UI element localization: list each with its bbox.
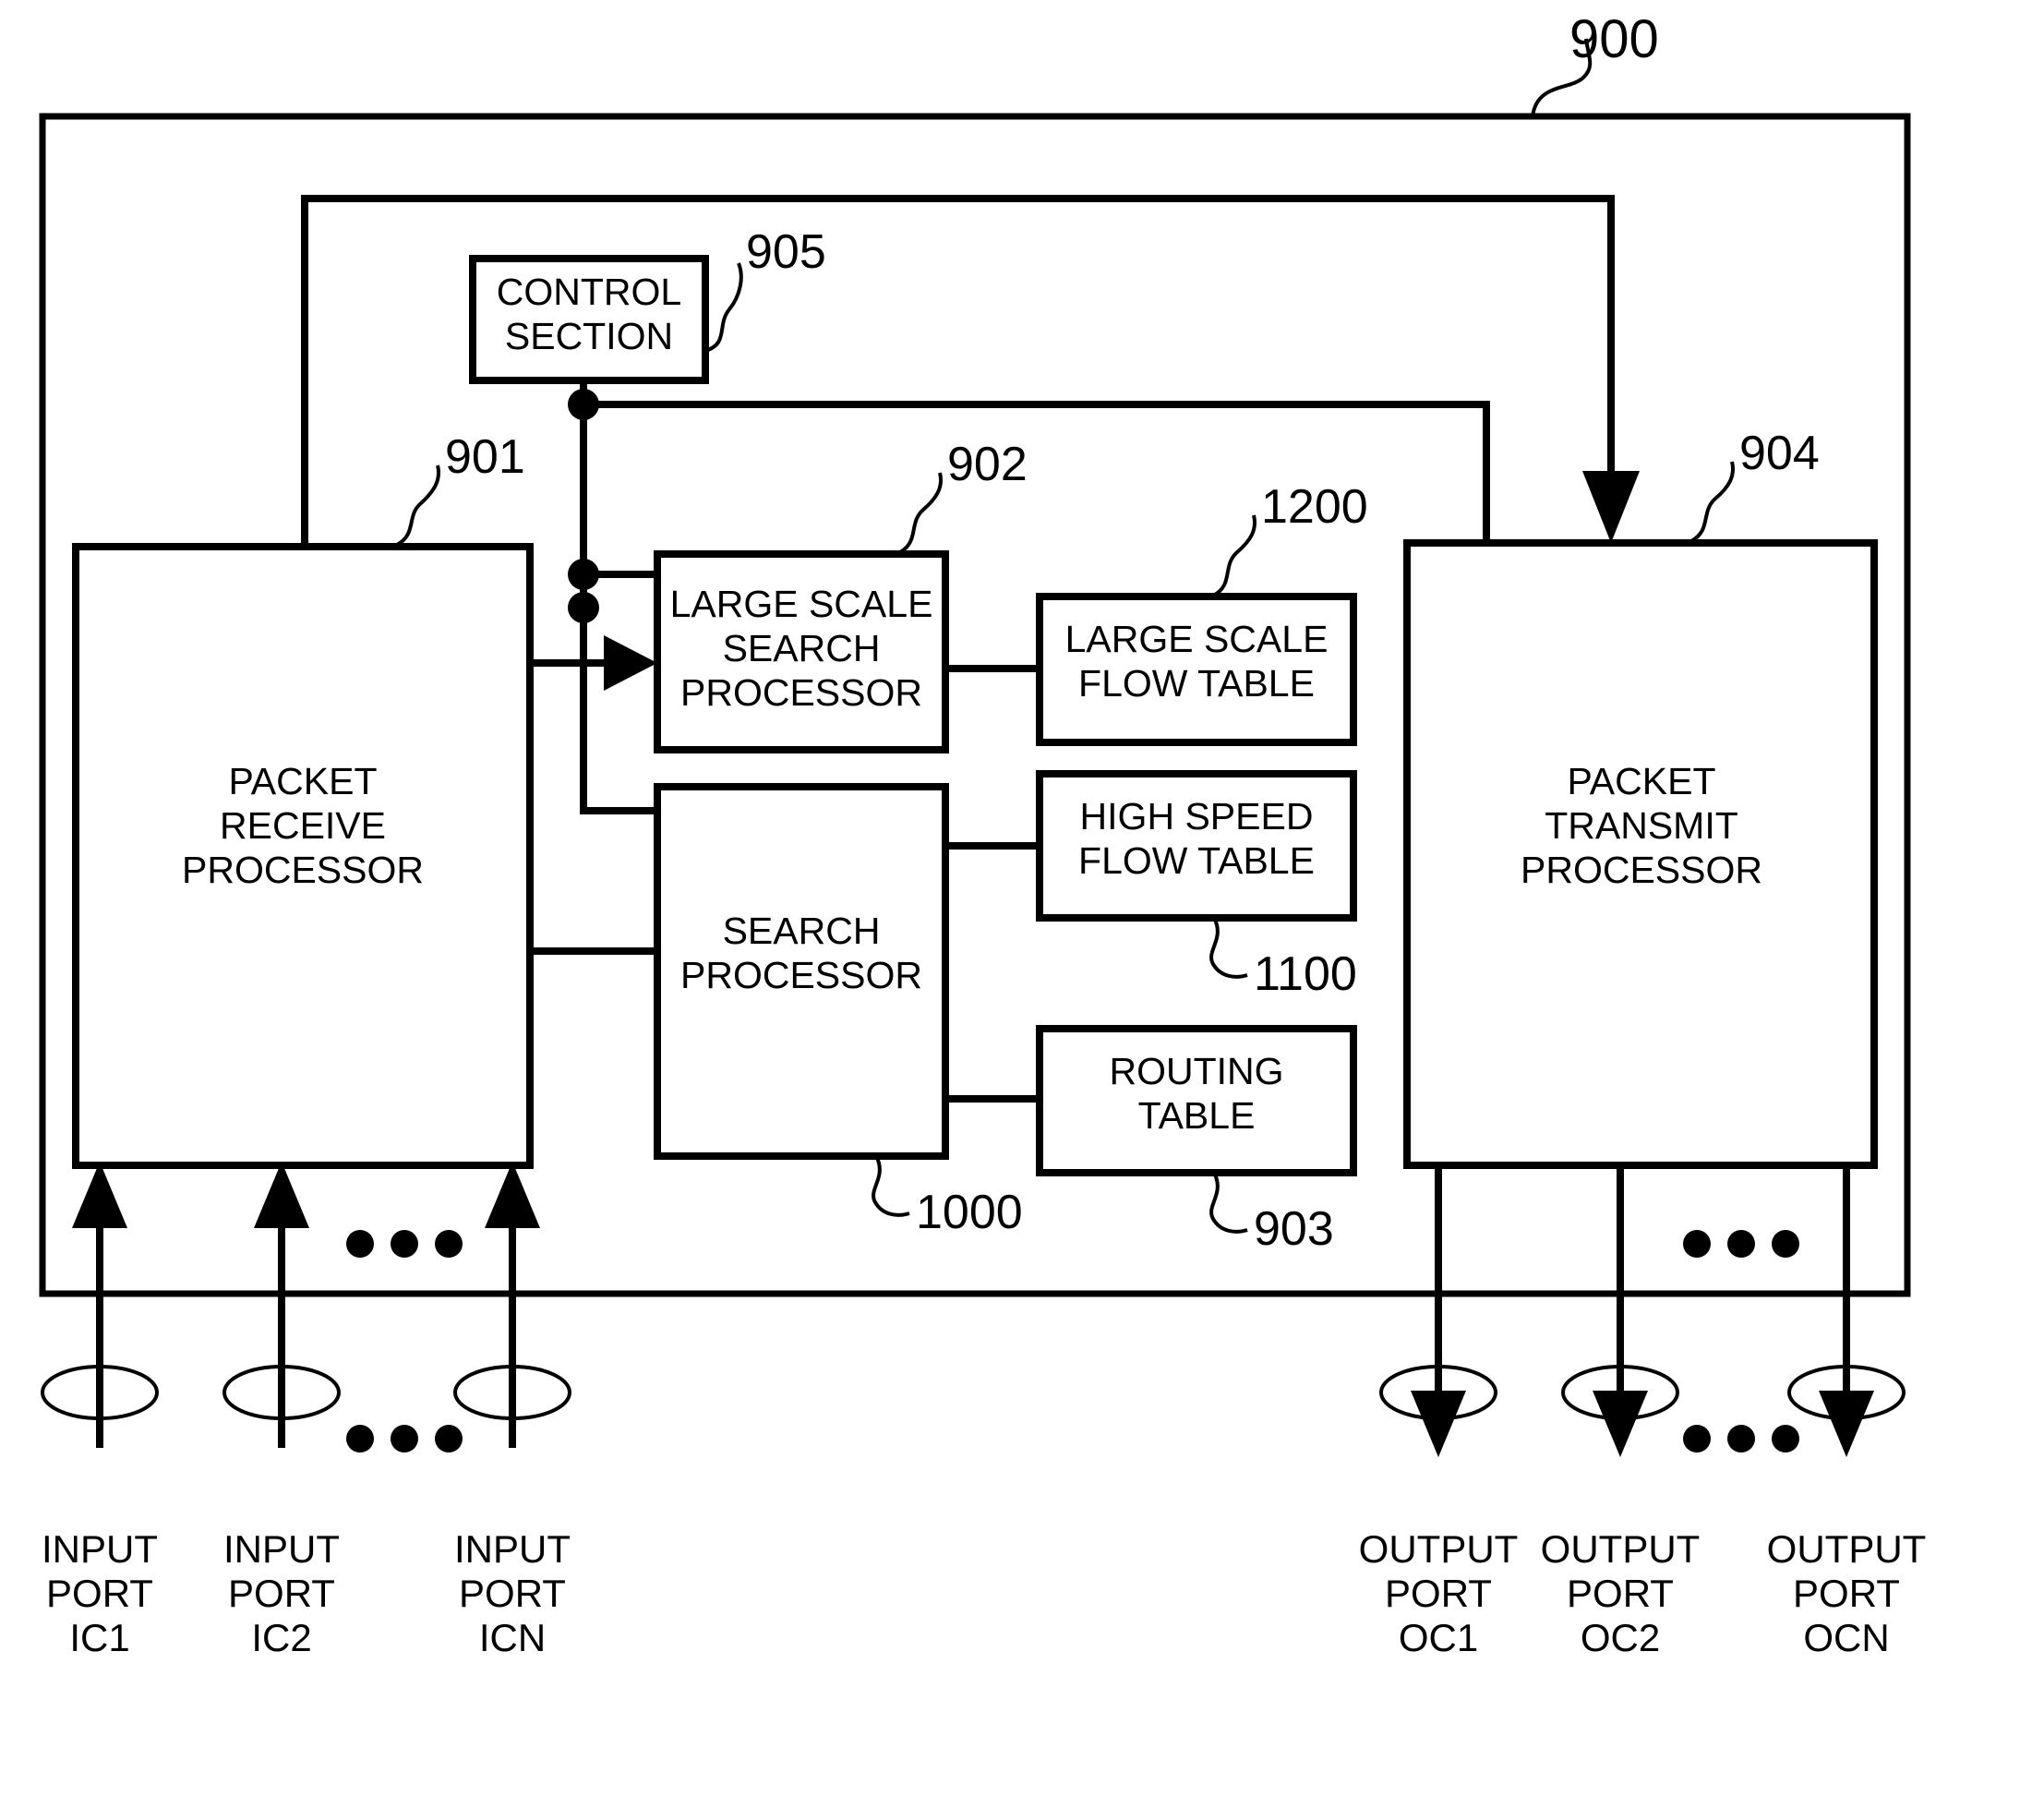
ellipsis-dot-output-outer-2 xyxy=(1727,1425,1755,1452)
ref-label-1000: 1000 xyxy=(916,1186,1023,1239)
output-port-labels: OUTPUT PORT OC1 OUTPUT PORT OC2 OUTPUT P… xyxy=(1359,1527,1927,1659)
figure-canvas: CONTROL SECTION 905 PACKET RECEIVE PROCE… xyxy=(0,0,2044,1796)
ref-label-900: 900 xyxy=(1569,9,1659,69)
packet-receive-processor-label-line2: RECEIVE xyxy=(220,804,386,847)
input-port-ic2-line2: PORT xyxy=(228,1572,335,1615)
ref-label-901: 901 xyxy=(445,430,525,484)
arrowhead-output-ocn xyxy=(1819,1391,1874,1457)
routing-table-label-line1: ROUTING xyxy=(1109,1050,1283,1092)
input-port-ic1-line1: INPUT xyxy=(42,1527,158,1571)
ref-leader-1000 xyxy=(872,1157,910,1217)
output-port-oc2-line2: PORT xyxy=(1567,1572,1674,1615)
ellipsis-dot-output-outer-3 xyxy=(1772,1425,1799,1452)
input-port-lines xyxy=(41,1162,571,1448)
input-port-ic1-line2: PORT xyxy=(46,1572,153,1615)
large-scale-search-processor-label-line1: LARGE SCALE xyxy=(670,583,933,625)
control-section-label-line1: CONTROL xyxy=(497,271,681,313)
ref-label-903: 903 xyxy=(1254,1202,1334,1256)
junction-dot-control-large-scale xyxy=(568,559,599,590)
input-port-labels: INPUT PORT IC1 INPUT PORT IC2 INPUT PORT… xyxy=(42,1527,571,1659)
control-section-label-line2: SECTION xyxy=(505,315,673,357)
ref-label-905: 905 xyxy=(746,225,826,279)
large-scale-flow-table-label-line1: LARGE SCALE xyxy=(1065,618,1329,660)
ellipsis-dot-input-outer-3 xyxy=(435,1425,463,1452)
output-port-ocn-line3: OCN xyxy=(1803,1616,1889,1659)
ellipsis-dot-output-inner-3 xyxy=(1772,1230,1799,1258)
high-speed-flow-table-label-line2: FLOW TABLE xyxy=(1078,839,1315,882)
output-port-oc1-line2: PORT xyxy=(1385,1572,1492,1615)
output-port-oc2-line3: OC2 xyxy=(1581,1616,1660,1659)
arrowhead-into-large-scale-search-processor xyxy=(604,635,657,691)
input-port-ic2-line1: INPUT xyxy=(223,1527,340,1571)
input-port-ic1-line3: IC1 xyxy=(69,1616,129,1659)
ref-leader-904 xyxy=(1689,461,1735,543)
packet-transmit-processor-label-line3: PROCESSOR xyxy=(1521,849,1762,891)
large-scale-search-processor-label-line2: SEARCH xyxy=(723,627,881,669)
ref-label-1100: 1100 xyxy=(1254,947,1357,1001)
ref-label-1200: 1200 xyxy=(1261,480,1368,534)
routing-table-label-line2: TABLE xyxy=(1138,1094,1256,1137)
arrowhead-output-oc2 xyxy=(1593,1391,1648,1457)
input-port-icn-line2: PORT xyxy=(459,1572,566,1615)
ellipsis-dot-input-outer-1 xyxy=(346,1425,374,1452)
input-port-ic2-line3: IC2 xyxy=(251,1616,311,1659)
output-port-lines xyxy=(1379,1165,1906,1457)
ref-label-902: 902 xyxy=(947,438,1028,491)
large-scale-search-processor-label-line3: PROCESSOR xyxy=(680,671,922,714)
ref-leader-1100 xyxy=(1209,919,1248,979)
arrowhead-into-transmit-processor xyxy=(1582,471,1640,543)
output-port-oc1-line1: OUTPUT xyxy=(1359,1527,1519,1571)
output-port-ocn-line1: OUTPUT xyxy=(1767,1527,1927,1571)
wire-control-to-search-processor xyxy=(580,608,657,814)
high-speed-flow-table-label-line1: HIGH SPEED xyxy=(1080,795,1314,838)
ellipsis-dot-output-inner-1 xyxy=(1683,1230,1711,1258)
arrowhead-input-ic1 xyxy=(72,1162,127,1228)
junction-dot-control-transmit xyxy=(568,389,599,420)
ellipsis-dot-output-inner-2 xyxy=(1727,1230,1755,1258)
ref-leader-902 xyxy=(898,472,943,554)
ref-leader-901 xyxy=(395,464,440,547)
packet-receive-processor-label-line1: PACKET xyxy=(229,760,378,802)
input-port-icn-line3: ICN xyxy=(479,1616,546,1659)
packet-transmit-processor-label-line1: PACKET xyxy=(1568,760,1716,802)
ellipsis-dot-output-outer-1 xyxy=(1683,1425,1711,1452)
ref-leader-905 xyxy=(704,262,743,353)
ellipsis-dot-input-outer-2 xyxy=(391,1425,418,1452)
arrowhead-output-oc1 xyxy=(1411,1391,1466,1457)
search-processor-label-line2: PROCESSOR xyxy=(680,954,922,996)
output-port-oc1-line3: OC1 xyxy=(1399,1616,1478,1659)
input-port-icn-line1: INPUT xyxy=(454,1527,571,1571)
output-port-oc2-line1: OUTPUT xyxy=(1541,1527,1701,1571)
ref-leader-1200 xyxy=(1213,514,1256,597)
packet-transmit-processor-label-line2: TRANSMIT xyxy=(1545,804,1738,847)
arrowhead-input-icn xyxy=(485,1162,540,1228)
ellipsis-dot-input-inner-1 xyxy=(346,1230,374,1258)
large-scale-flow-table-label-line2: FLOW TABLE xyxy=(1078,662,1315,705)
ref-label-904: 904 xyxy=(1739,427,1820,480)
arrowhead-input-ic2 xyxy=(254,1162,309,1228)
ellipsis-dots-group xyxy=(346,1230,1799,1452)
junction-dot-control-search xyxy=(568,592,599,623)
ref-leader-903 xyxy=(1209,1174,1248,1234)
ellipsis-dot-input-inner-3 xyxy=(435,1230,463,1258)
packet-receive-processor-label-line3: PROCESSOR xyxy=(182,849,424,891)
output-port-ocn-line2: PORT xyxy=(1793,1572,1900,1615)
search-processor-label-line1: SEARCH xyxy=(723,910,881,952)
ellipsis-dot-input-inner-2 xyxy=(391,1230,418,1258)
